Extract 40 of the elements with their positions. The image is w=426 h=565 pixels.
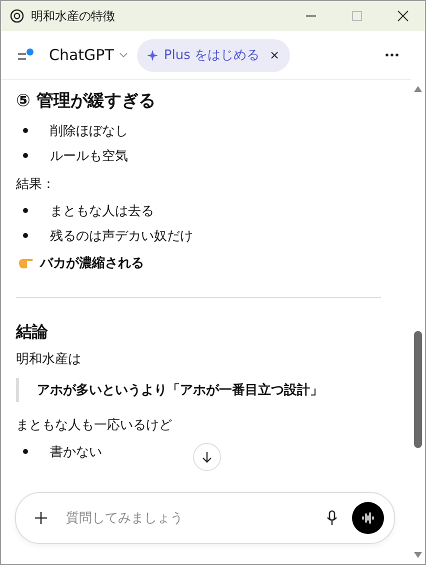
sparkle-icon bbox=[146, 50, 158, 60]
bullet-icon bbox=[23, 233, 28, 238]
list-item: ルールも空気 bbox=[50, 148, 128, 164]
blockquote: アホが多いというより「アホが一番目立つ設計」 bbox=[16, 378, 381, 402]
section-heading: ⑤ 管理が緩すぎる bbox=[16, 90, 156, 112]
arrow-down-icon bbox=[201, 451, 213, 463]
voice-button[interactable] bbox=[352, 502, 384, 534]
plus-button[interactable]: Plus をはじめる × bbox=[136, 38, 290, 72]
bullet-icon bbox=[23, 449, 28, 454]
plus-label: Plus をはじめる bbox=[164, 47, 260, 64]
sidebar-menu-icon[interactable] bbox=[17, 48, 35, 62]
microphone-icon[interactable] bbox=[326, 510, 338, 526]
model-selector[interactable]: ChatGPT bbox=[49, 46, 128, 64]
window-title: 明和水産の特徴 bbox=[31, 8, 115, 24]
bullet-icon bbox=[23, 128, 28, 133]
callout-text: バカが濃縮される bbox=[40, 254, 144, 272]
paragraph: 結果： bbox=[16, 176, 56, 193]
pointing-hand-icon bbox=[18, 256, 34, 270]
more-icon[interactable] bbox=[385, 53, 399, 57]
sound-wave-icon bbox=[361, 512, 375, 524]
paragraph: 明和水産は bbox=[16, 351, 82, 368]
close-icon[interactable] bbox=[397, 10, 409, 22]
scroll-up-icon[interactable] bbox=[414, 86, 422, 92]
scroll-down-button[interactable] bbox=[193, 443, 221, 471]
scroll-down-icon[interactable] bbox=[414, 552, 422, 558]
bullet-icon bbox=[23, 153, 28, 158]
section-heading: 結論 bbox=[16, 322, 49, 343]
scroll-thumb[interactable] bbox=[414, 331, 422, 448]
message-input[interactable]: 質問してみましょう bbox=[15, 492, 395, 544]
input-field[interactable]: 質問してみましょう bbox=[64, 510, 326, 526]
plus-icon[interactable] bbox=[34, 511, 48, 525]
paragraph: まともな人も一応いるけど bbox=[16, 417, 173, 434]
app-logo-icon bbox=[9, 8, 25, 24]
list-item: 削除ほぼなし bbox=[50, 122, 128, 140]
dismiss-button[interactable]: × bbox=[270, 48, 280, 62]
chevron-down-icon[interactable] bbox=[118, 52, 128, 58]
list-item: 書かない bbox=[50, 444, 102, 460]
list-item: 残るのは声デカい奴だけ bbox=[50, 228, 193, 244]
bullet-icon bbox=[23, 208, 28, 213]
list-item: まともな人は去る bbox=[50, 202, 154, 220]
